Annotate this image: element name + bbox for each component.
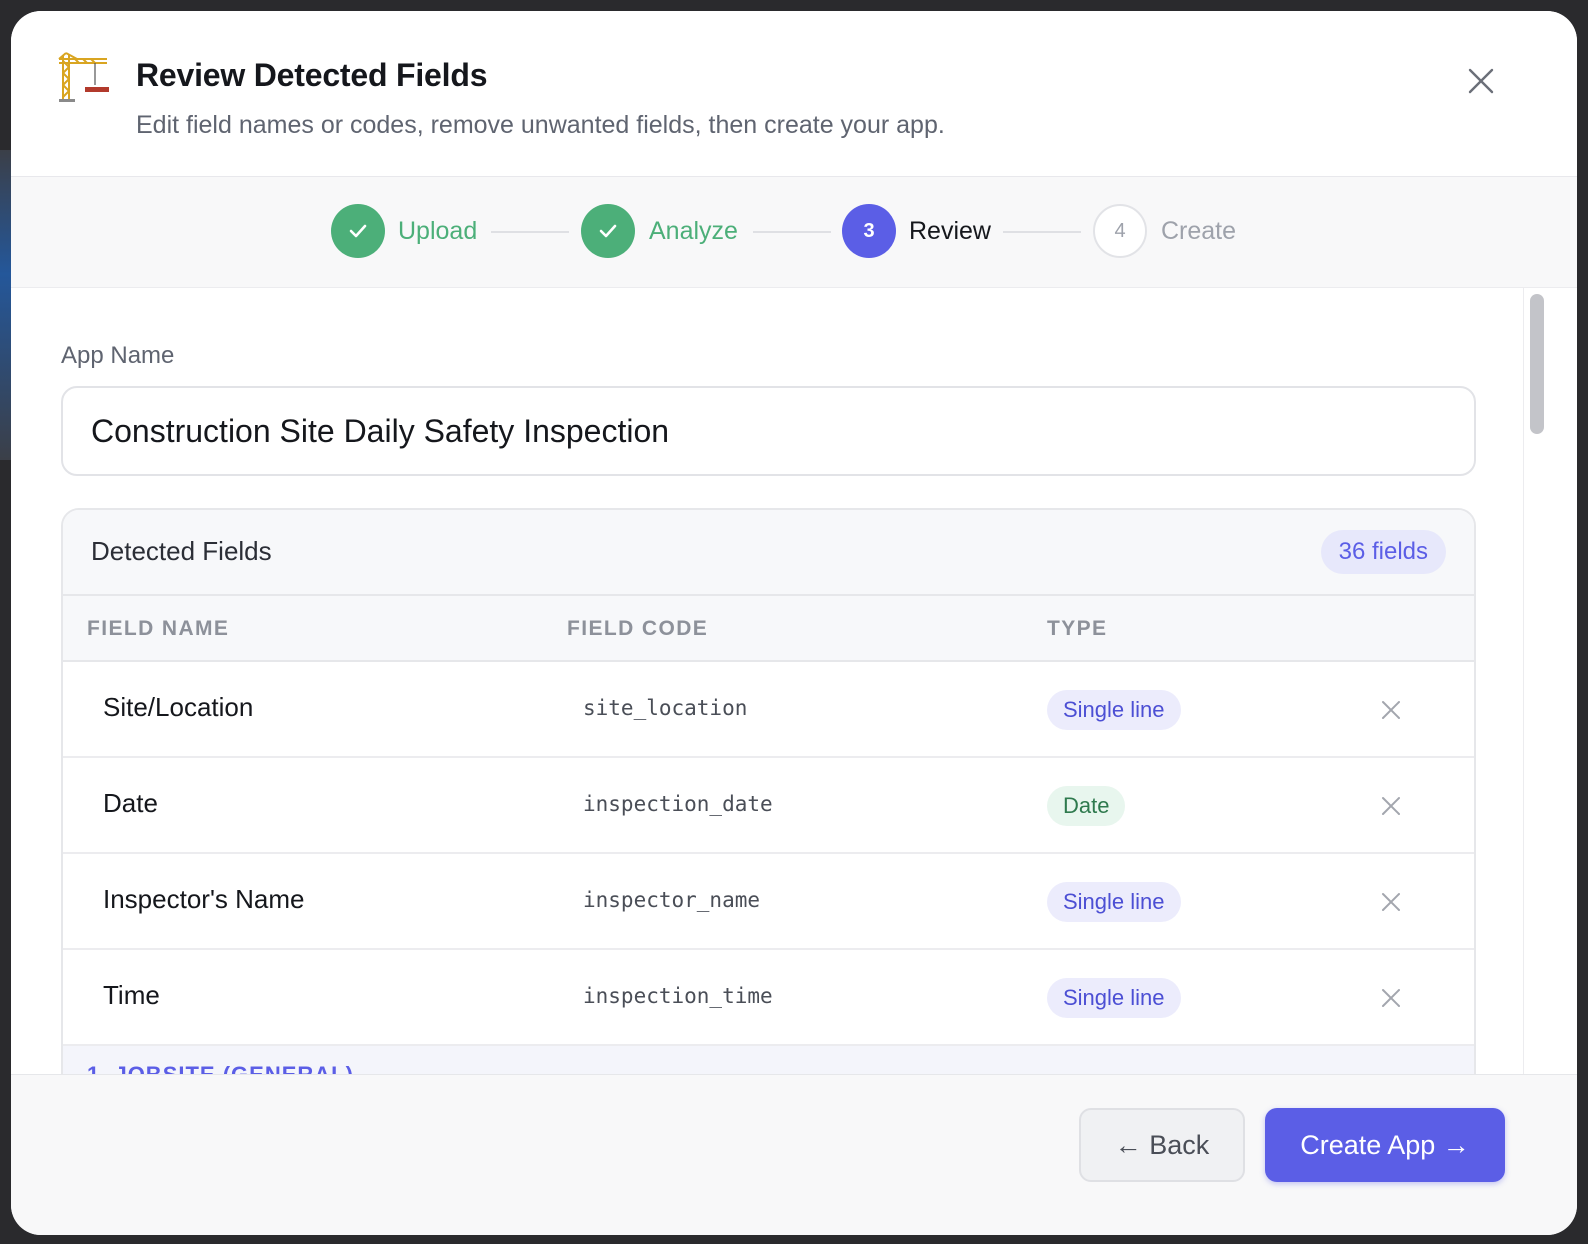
field-code-cell[interactable]: inspection_time	[583, 984, 773, 1008]
close-icon	[1382, 797, 1400, 815]
remove-field-button[interactable]	[1377, 792, 1405, 820]
remove-field-button[interactable]	[1377, 984, 1405, 1012]
step-create-label: Create	[1161, 217, 1237, 245]
review-fields-modal: Review Detected Fields Edit field names …	[11, 11, 1577, 1235]
type-badge: Single line	[1047, 882, 1181, 922]
check-icon	[349, 224, 367, 238]
check-icon	[599, 224, 617, 238]
close-button[interactable]	[1463, 63, 1499, 99]
modal-footer: ← Back Create App →	[11, 1074, 1577, 1235]
section-label: 1. JOBSITE (GENERAL)	[87, 1062, 354, 1074]
modal-body: App Name Detected Fields 36 fields FIELD…	[11, 288, 1577, 1074]
step-connector	[491, 231, 569, 233]
field-code-cell[interactable]: inspector_name	[583, 888, 760, 912]
table-row: Time inspection_time Single line	[63, 950, 1474, 1046]
scrollbar-thumb[interactable]	[1530, 294, 1544, 434]
step-analyze-indicator	[581, 204, 635, 258]
detected-fields-panel: Detected Fields 36 fields FIELD NAME FIE…	[61, 508, 1476, 1074]
step-analyze-label: Analyze	[649, 217, 738, 245]
field-name-cell[interactable]: Time	[103, 980, 160, 1011]
app-name-input[interactable]	[61, 386, 1476, 476]
table-header: FIELD NAME FIELD CODE TYPE	[63, 596, 1474, 662]
step-create-indicator: 4	[1093, 204, 1147, 258]
section-header-row: 1. JOBSITE (GENERAL)	[63, 1046, 1474, 1074]
close-icon	[1382, 893, 1400, 911]
close-icon	[1468, 68, 1494, 94]
column-header-field-name: FIELD NAME	[87, 617, 230, 640]
step-upload-indicator	[331, 204, 385, 258]
panel-title: Detected Fields	[91, 536, 272, 566]
table-row: Date inspection_date Date	[63, 758, 1474, 854]
field-code-cell[interactable]: site_location	[583, 696, 747, 720]
modal-subtitle: Edit field names or codes, remove unwant…	[136, 111, 945, 139]
field-code-cell[interactable]: inspection_date	[583, 792, 773, 816]
field-name-cell[interactable]: Site/Location	[103, 692, 253, 723]
type-badge: Single line	[1047, 690, 1181, 730]
back-button[interactable]: ← Back	[1079, 1108, 1245, 1182]
progress-stepper: Upload Analyze 3 Review 4 Create	[11, 177, 1577, 288]
crane-icon	[57, 51, 111, 105]
field-name-cell[interactable]: Date	[103, 788, 158, 819]
step-connector	[1003, 231, 1081, 233]
remove-field-button[interactable]	[1377, 888, 1405, 916]
field-count-badge: 36 fields	[1320, 530, 1446, 574]
step-review-indicator: 3	[842, 204, 896, 258]
modal-title: Review Detected Fields	[136, 57, 488, 93]
panel-header: Detected Fields 36 fields	[63, 510, 1474, 596]
modal-header: Review Detected Fields Edit field names …	[11, 11, 1577, 177]
remove-field-button[interactable]	[1377, 696, 1405, 724]
create-app-button[interactable]: Create App →	[1265, 1108, 1505, 1182]
table-row: Inspector's Name inspector_name Single l…	[63, 854, 1474, 950]
close-icon	[1382, 989, 1400, 1007]
step-upload-label: Upload	[398, 217, 478, 245]
field-name-cell[interactable]: Inspector's Name	[103, 884, 305, 915]
column-header-field-code: FIELD CODE	[567, 617, 709, 640]
step-connector	[753, 231, 831, 233]
type-badge: Date	[1047, 786, 1126, 826]
close-icon	[1382, 701, 1400, 719]
table-row: Site/Location site_location Single line	[63, 662, 1474, 758]
app-name-label: App Name	[61, 342, 175, 369]
column-header-type: TYPE	[1047, 617, 1108, 640]
type-badge: Single line	[1047, 978, 1181, 1018]
step-review-label: Review	[909, 217, 991, 245]
